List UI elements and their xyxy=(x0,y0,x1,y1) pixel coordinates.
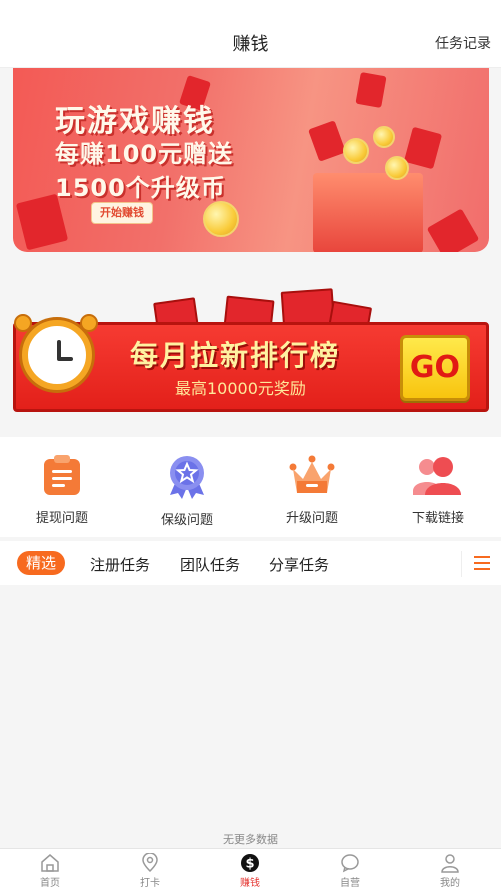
item-label: 下载链接 xyxy=(411,511,464,526)
go-button[interactable]: GO xyxy=(400,335,470,401)
ranking-title: 每月拉新排行榜 xyxy=(130,339,341,372)
location-icon xyxy=(142,853,158,873)
tabbar-checkin[interactable]: 打卡 xyxy=(100,853,200,889)
tabbar-label: 自营 xyxy=(340,878,360,889)
tabbar-label: 打卡 xyxy=(140,878,160,889)
crown-icon xyxy=(289,455,335,493)
game-earn-banner[interactable]: 玩游戏赚钱 每赚100元赠送 1500个升级币 开始赚钱 xyxy=(13,68,489,252)
tab-share-tasks[interactable]: 分享任务 xyxy=(269,554,329,575)
user-icon xyxy=(441,854,459,873)
banner-subline-2: 1500个升级币 xyxy=(55,174,226,202)
tabbar-label: 首页 xyxy=(40,878,60,889)
dollar-icon: $ xyxy=(241,854,259,872)
upgrade-question-item[interactable]: 升级问题 xyxy=(262,455,362,526)
withdraw-question-item[interactable]: 提现问题 xyxy=(12,455,112,526)
ranking-subtitle: 最高10000元奖励 xyxy=(175,379,306,398)
gold-coin-decor xyxy=(343,138,369,164)
tab-register-tasks[interactable]: 注册任务 xyxy=(90,554,150,575)
level-keep-question-item[interactable]: 保级问题 xyxy=(137,455,237,528)
task-record-link[interactable]: 任务记录 xyxy=(435,33,491,53)
monthly-ranking-banner[interactable]: 每月拉新排行榜 最高10000元奖励 GO xyxy=(0,280,501,428)
download-link-item[interactable]: 下载链接 xyxy=(388,455,488,526)
red-envelope-decor xyxy=(403,126,443,170)
red-envelope-decor xyxy=(308,120,346,162)
bottom-tab-bar: 首页 打卡 $ 赚钱 自营 我的 xyxy=(0,848,501,890)
gift-box-decor xyxy=(313,173,423,252)
gold-coin-decor xyxy=(385,156,409,180)
banner-subline-1: 每赚100元赠送 xyxy=(55,140,234,168)
page-title: 赚钱 xyxy=(232,34,269,55)
chat-icon xyxy=(341,854,359,873)
tab-team-tasks[interactable]: 团队任务 xyxy=(180,554,240,575)
red-envelope-decor xyxy=(355,71,387,109)
task-tabs: 精选 注册任务 团队任务 分享任务 xyxy=(0,541,501,585)
tab-featured[interactable]: 精选 xyxy=(17,551,66,575)
no-more-data-text: 无更多数据 xyxy=(223,833,278,846)
tabbar-self-operated[interactable]: 自营 xyxy=(300,853,400,889)
alarm-clock-icon xyxy=(14,314,98,390)
tabbar-label: 赚钱 xyxy=(240,878,260,889)
quick-links: 提现问题 保级问题 升级问题 下载链接 xyxy=(0,437,501,537)
home-icon xyxy=(41,854,59,872)
top-header: 赚钱 任务记录 xyxy=(0,0,501,68)
tabbar-label: 我的 xyxy=(440,878,460,889)
red-envelope-decor xyxy=(426,208,480,252)
item-label: 保级问题 xyxy=(160,513,213,528)
item-label: 升级问题 xyxy=(285,511,338,526)
clipboard-icon xyxy=(44,455,80,495)
tabbar-mine[interactable]: 我的 xyxy=(400,853,500,889)
tabbar-home[interactable]: 首页 xyxy=(0,853,100,889)
gold-coin-decor xyxy=(203,201,239,237)
item-label: 提现问题 xyxy=(35,511,88,526)
users-icon xyxy=(413,457,461,495)
gold-coin-decor xyxy=(373,126,395,148)
badge-icon xyxy=(170,456,204,499)
svg-text:$: $ xyxy=(245,857,254,872)
tabbar-earn[interactable]: $ 赚钱 xyxy=(200,853,300,889)
menu-icon[interactable] xyxy=(461,551,491,577)
start-earning-button[interactable]: 开始赚钱 xyxy=(91,202,153,224)
